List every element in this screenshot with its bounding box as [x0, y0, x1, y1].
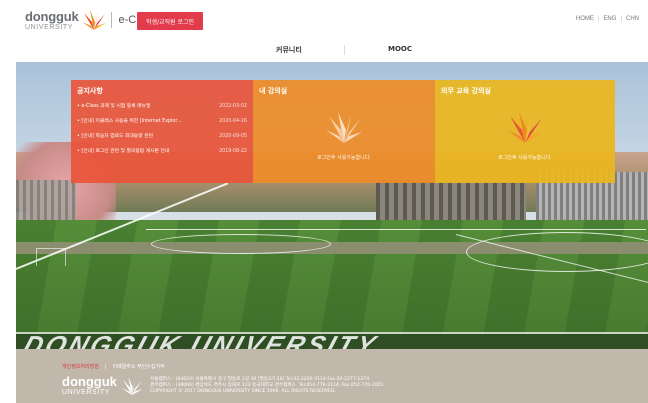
header: dongguk UNIVERSITY e-Class 학생/교직원 로그인 HO…	[0, 0, 648, 42]
footer-logo-wordmark: dongguk UNIVERSITY	[62, 375, 117, 396]
notice-item-title: • [안내] 로그인 관련 및 질의응답 게시판 안내	[77, 149, 170, 154]
footer-logo-sub-text: UNIVERSITY	[62, 389, 111, 396]
footer-logo: dongguk UNIVERSITY	[62, 375, 144, 396]
notice-item[interactable]: • [안내] 로그인 관련 및 질의응답 게시판 안내 2019-08-22	[77, 147, 247, 162]
lang-separator: |	[597, 16, 600, 22]
dongguk-flame-icon	[120, 376, 143, 395]
login-button[interactable]: 학생/교직원 로그인	[137, 12, 203, 30]
logo-sub-text: UNIVERSITY	[25, 23, 74, 31]
logo-divider	[111, 12, 113, 28]
notice-panel: 공지사항 • e-Class 과제 및 시험 등록 매뉴얼 2022-03-02…	[71, 80, 253, 183]
hero-field-line	[146, 229, 646, 231]
notice-item[interactable]: • [안내] 학습자 업로드 최대용량 관련 2020-09-05	[77, 132, 247, 147]
dongguk-flame-icon	[82, 10, 107, 30]
footer: 개인정보처리방침 | 이메일주소 무단수집거부 dongguk UNIVERSI…	[16, 349, 648, 403]
notice-item-date: 2022-03-02	[219, 104, 247, 109]
notice-item-title: • e-Class 과제 및 시험 등록 매뉴얼	[77, 104, 151, 109]
notice-item[interactable]: • e-Class 과제 및 시험 등록 매뉴얼 2022-03-02	[77, 102, 247, 117]
my-course-panel: 내 강의실 로그인후 사용가능합니다.	[253, 80, 435, 183]
flame-icon	[326, 112, 362, 143]
notice-panel-title[interactable]: 공지사항	[77, 86, 103, 96]
nav-divider	[344, 45, 345, 55]
lang-chn-link[interactable]: CHN	[626, 16, 639, 22]
lang-eng-link[interactable]: ENG	[603, 16, 616, 22]
footer-copyright: COPYRIGHT © 2017 DONGGUK UNIVERSITY SINC…	[150, 389, 336, 394]
email-refusal-link[interactable]: 이메일주소 무단수집거부	[113, 363, 165, 370]
footer-links: 개인정보처리방침 | 이메일주소 무단수집거부	[62, 363, 165, 371]
logo-main-text: dongguk	[25, 8, 79, 24]
mandatory-course-panel: 의무 교육 강의실 로그인후 사용가능합니다.	[435, 80, 615, 183]
mandatory-login-message: 로그인후 사용가능합니다.	[498, 155, 552, 161]
hero-field-banner: DONGGUK UNIVERSITY	[16, 334, 648, 349]
footer-logo-main-text: dongguk	[62, 374, 117, 389]
my-course-login-message: 로그인후 사용가능합니다.	[317, 155, 371, 161]
lang-separator: |	[620, 16, 622, 22]
notice-item-date: 2020-09-05	[219, 134, 247, 139]
logo-wordmark: dongguk UNIVERSITY	[25, 8, 79, 31]
mandatory-panel-title: 의무 교육 강의실	[441, 87, 491, 95]
notice-item-title: • [안내] 학습자 업로드 최대용량 관련	[77, 134, 153, 139]
lang-home-link[interactable]: HOME	[576, 16, 594, 22]
privacy-policy-link[interactable]: 개인정보처리방침	[62, 363, 99, 370]
my-course-panel-title: 내 강의실	[259, 87, 288, 95]
language-menu: HOME | ENG | CHN	[576, 16, 639, 22]
footer-address: 서울캠퍼스 : (04620) 서울특별시 중구 필동로 1길 30 [필동3가…	[150, 377, 384, 395]
notice-item-date: 2019-08-22	[219, 149, 247, 154]
notice-list: • e-Class 과제 및 시험 등록 매뉴얼 2022-03-02 • [안…	[77, 102, 247, 162]
flame-icon	[507, 112, 543, 143]
notice-item[interactable]: • [안내] 이클래스 사용을 위한 [Internet Explor... 2…	[77, 117, 247, 132]
nav-item-community[interactable]: 커뮤니티	[276, 45, 302, 55]
footer-separator: |	[104, 363, 107, 370]
main-nav: 커뮤니티 MOOC	[0, 42, 648, 62]
notice-item-title: • [안내] 이클래스 사용을 위한 [Internet Explor...	[77, 119, 182, 124]
nav-item-mooc[interactable]: MOOC	[388, 45, 412, 53]
notice-item-date: 2020-04-16	[219, 119, 247, 124]
hero-field-circle	[151, 234, 331, 254]
field-banner-text: DONGGUK UNIVERSITY	[19, 334, 383, 349]
